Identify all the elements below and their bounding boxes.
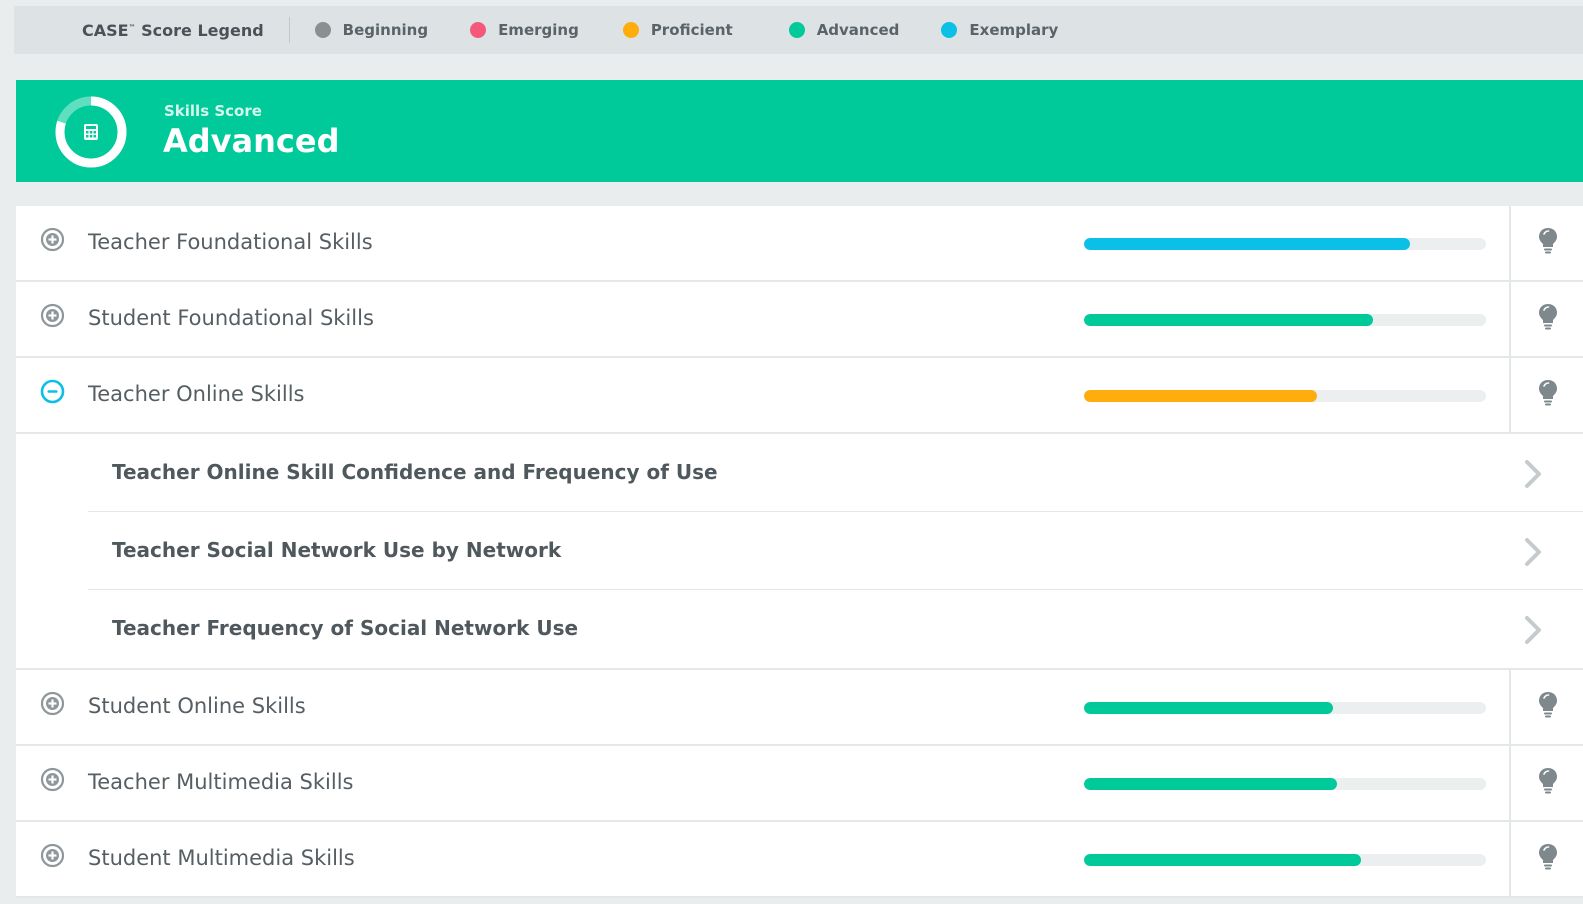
skill-row-teacher-foundational-skills[interactable]: Teacher Foundational Skills bbox=[16, 206, 1583, 282]
row-divider bbox=[1509, 670, 1511, 746]
skills-score-label: Skills Score bbox=[164, 102, 262, 120]
lightbulb-icon[interactable] bbox=[1536, 302, 1560, 332]
row-divider bbox=[1509, 822, 1511, 898]
skill-progress-bar bbox=[1084, 702, 1486, 714]
legend-divider bbox=[288, 17, 290, 43]
skill-progress-fill bbox=[1084, 314, 1374, 326]
skill-progress-fill bbox=[1084, 854, 1362, 866]
skill-progress-bar bbox=[1084, 314, 1486, 326]
score-donut-icon bbox=[55, 96, 127, 168]
expand-plus-icon[interactable] bbox=[40, 303, 65, 328]
legend-dot-icon bbox=[788, 22, 805, 38]
row-divider bbox=[1509, 746, 1511, 822]
skills-score-value: Advanced bbox=[163, 122, 340, 160]
skill-progress-fill bbox=[1084, 702, 1334, 714]
legend-label: Advanced bbox=[816, 21, 900, 39]
lightbulb-icon[interactable] bbox=[1536, 226, 1560, 256]
sub-skill-label: Teacher Social Network Use by Network bbox=[112, 538, 562, 562]
legend-dot-icon bbox=[314, 22, 331, 38]
skill-row-student-foundational-skills[interactable]: Student Foundational Skills bbox=[16, 282, 1583, 358]
skill-row-student-online-skills[interactable]: Student Online Skills bbox=[16, 670, 1583, 746]
legend-item-advanced: Advanced bbox=[788, 21, 900, 39]
skill-progress-fill bbox=[1084, 390, 1318, 402]
skill-progress-bar bbox=[1084, 390, 1486, 402]
chevron-right-icon[interactable] bbox=[1522, 536, 1544, 568]
skill-progress-bar bbox=[1084, 778, 1486, 790]
skills-list: Teacher Foundational Skills Student Found… bbox=[16, 206, 1583, 898]
expand-plus-icon[interactable] bbox=[40, 767, 65, 792]
sub-skill-list: Teacher Online Skill Confidence and Freq… bbox=[16, 434, 1583, 670]
calculator-icon bbox=[74, 115, 108, 149]
skill-label: Student Online Skills bbox=[88, 694, 306, 718]
row-divider bbox=[1509, 282, 1511, 358]
legend-label: Proficient bbox=[650, 21, 733, 39]
sub-skill-row[interactable]: Teacher Online Skill Confidence and Freq… bbox=[88, 434, 1583, 512]
lightbulb-icon[interactable] bbox=[1536, 690, 1560, 720]
legend-items: Beginning Emerging Proficient Advanced Exemp… bbox=[314, 21, 1058, 39]
skill-label: Student Foundational Skills bbox=[88, 306, 374, 330]
sub-skill-row[interactable]: Teacher Social Network Use by Network bbox=[88, 512, 1583, 590]
skill-progress-fill bbox=[1084, 238, 1410, 250]
row-divider bbox=[1509, 206, 1511, 282]
sub-skill-label: Teacher Frequency of Social Network Use bbox=[112, 616, 579, 640]
collapse-minus-icon[interactable] bbox=[40, 379, 65, 404]
lightbulb-icon[interactable] bbox=[1536, 766, 1560, 796]
expand-plus-icon[interactable] bbox=[40, 843, 65, 868]
skills-score-banner: Skills Score Advanced bbox=[16, 80, 1583, 182]
skill-progress-fill bbox=[1084, 778, 1338, 790]
expand-plus-icon[interactable] bbox=[40, 227, 65, 252]
expand-plus-icon[interactable] bbox=[40, 691, 65, 716]
legend-item-proficient: Proficient bbox=[622, 21, 733, 39]
legend-label: Emerging bbox=[498, 21, 579, 39]
score-legend: CASE™ Score Legend Beginning Emerging Prof… bbox=[14, 6, 1583, 54]
chevron-right-icon[interactable] bbox=[1522, 614, 1544, 646]
skill-row-student-multimedia-skills[interactable]: Student Multimedia Skills bbox=[16, 822, 1583, 898]
lightbulb-icon[interactable] bbox=[1536, 378, 1560, 408]
row-divider bbox=[1509, 358, 1511, 434]
lightbulb-icon[interactable] bbox=[1536, 842, 1560, 872]
skill-progress-bar bbox=[1084, 238, 1486, 250]
legend-label: Exemplary bbox=[969, 21, 1059, 39]
legend-dot-icon bbox=[470, 22, 487, 38]
legend-item-emerging: Emerging bbox=[470, 21, 579, 39]
chevron-right-icon[interactable] bbox=[1522, 458, 1544, 490]
skill-label: Teacher Multimedia Skills bbox=[88, 770, 354, 794]
skill-label: Student Multimedia Skills bbox=[88, 846, 355, 870]
sub-skill-label: Teacher Online Skill Confidence and Freq… bbox=[112, 460, 718, 484]
legend-item-exemplary: Exemplary bbox=[941, 21, 1058, 39]
skill-label: Teacher Foundational Skills bbox=[88, 230, 373, 254]
legend-dot-icon bbox=[941, 22, 958, 38]
legend-title: CASE™ Score Legend bbox=[82, 20, 264, 40]
skill-progress-bar bbox=[1084, 854, 1486, 866]
skill-row-teacher-multimedia-skills[interactable]: Teacher Multimedia Skills bbox=[16, 746, 1583, 822]
skill-row-teacher-online-skills[interactable]: Teacher Online Skills bbox=[16, 358, 1583, 434]
sub-skill-row[interactable]: Teacher Frequency of Social Network Use bbox=[88, 590, 1583, 668]
skill-label: Teacher Online Skills bbox=[88, 382, 305, 406]
legend-dot-icon bbox=[622, 22, 639, 38]
legend-label: Beginning bbox=[342, 21, 429, 39]
legend-item-beginning: Beginning bbox=[314, 21, 429, 39]
